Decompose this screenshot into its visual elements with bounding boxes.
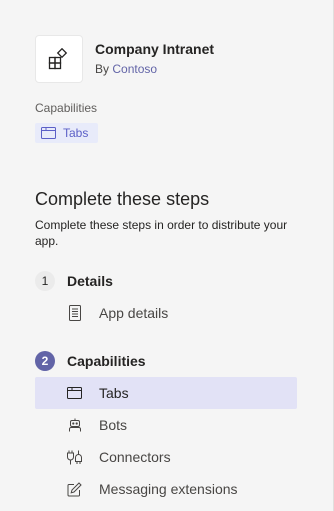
capabilities-summary: Capabilities Tabs bbox=[35, 100, 99, 144]
document-icon bbox=[66, 305, 83, 322]
nav-item-label: Tabs bbox=[99, 385, 129, 401]
side-panel: Company Intranet By Contoso Capabilities… bbox=[0, 0, 334, 511]
capabilities-label: Capabilities bbox=[35, 101, 98, 115]
nav-item-messaging-extensions[interactable]: Messaging extensions bbox=[35, 473, 297, 505]
step-title: Details bbox=[67, 273, 113, 289]
nav-item-label: App details bbox=[99, 305, 169, 321]
step-number: 1 bbox=[35, 271, 55, 291]
step-capabilities[interactable]: 2 Capabilities bbox=[35, 351, 146, 371]
nav-item-bots[interactable]: Bots bbox=[35, 409, 297, 441]
tab-window-icon bbox=[66, 385, 83, 402]
nav-item-connectors[interactable]: Connectors bbox=[35, 441, 297, 473]
step-number: 2 bbox=[35, 351, 55, 371]
app-grid-icon bbox=[35, 35, 83, 83]
app-name: Company Intranet bbox=[95, 41, 215, 57]
nav-item-label: Bots bbox=[99, 417, 128, 433]
publisher-prefix: By bbox=[95, 62, 110, 76]
bot-icon bbox=[66, 417, 83, 434]
steps-title: Complete these steps bbox=[35, 189, 210, 209]
publisher-link[interactable]: Contoso bbox=[112, 62, 157, 76]
capability-chip-label: Tabs bbox=[63, 126, 89, 140]
step-details[interactable]: 1 Details bbox=[35, 271, 113, 291]
app-publisher: By Contoso bbox=[95, 60, 214, 78]
tab-window-icon bbox=[41, 127, 56, 139]
nav-item-label: Messaging extensions bbox=[99, 481, 238, 497]
nav-item-label: Connectors bbox=[99, 449, 171, 465]
step-title: Capabilities bbox=[67, 353, 146, 369]
app-meta: Company Intranet By Contoso bbox=[95, 40, 214, 78]
app-header: Company Intranet By Contoso bbox=[35, 35, 214, 83]
nav-item-app-details[interactable]: App details bbox=[35, 297, 297, 329]
capability-chip-tabs: Tabs bbox=[35, 123, 99, 143]
steps-description: Complete these steps in order to distrib… bbox=[35, 218, 288, 248]
edit-pencil-icon bbox=[66, 481, 83, 498]
nav-item-tabs[interactable]: Tabs bbox=[35, 377, 297, 409]
connector-plug-icon bbox=[66, 449, 83, 466]
